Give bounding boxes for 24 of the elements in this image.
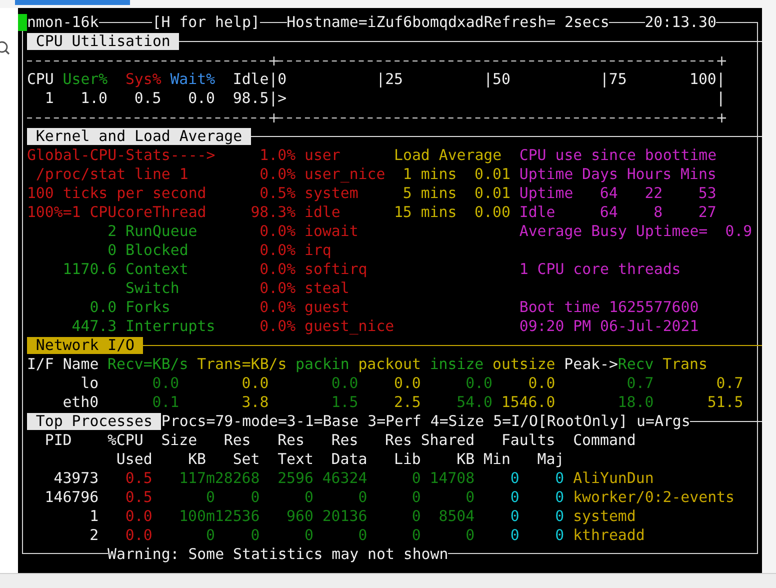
process-mode-info: Procs=79-mode=3-1=Base 3=Perf 4=Size 5=I/O[RootOnly] u=Args [161,412,690,430]
section-title: Network I/O [26,336,144,354]
process-command: kworker/0:2-events [573,488,734,506]
search-icon[interactable] [0,40,10,56]
mode-name: irq [304,240,332,260]
mode-name: softirq [304,260,368,278]
uptime-label: Uptime [519,184,574,202]
section-title: Kernel and Load Average [26,128,252,144]
average-busy-label: Average Busy Uptimee= [519,222,708,240]
section-title: CPU Utilisation [26,32,180,50]
column-header: packout [358,354,421,374]
cpu-stats-label: 100 ticks per second [26,184,206,202]
column-header: packin [296,354,350,374]
process-command: systemd [573,506,636,526]
cursor-icon [18,14,27,30]
warning-message: Warning: Some Statistics may not shown [108,544,448,564]
load-average-title: Load Average [394,146,502,164]
mode-name: user_nice [304,164,386,184]
hostname-refresh: Hostname=iZuf6bomqdxadRefresh= 2secs [286,12,610,32]
section-title: Top Processes [26,412,162,430]
cpu-stats-label: /proc/stat line 1 [36,164,188,184]
mode-name: guest_nice [304,316,394,336]
help-hint: [H for help] [152,12,260,32]
uptime-header: Uptime [519,164,574,184]
